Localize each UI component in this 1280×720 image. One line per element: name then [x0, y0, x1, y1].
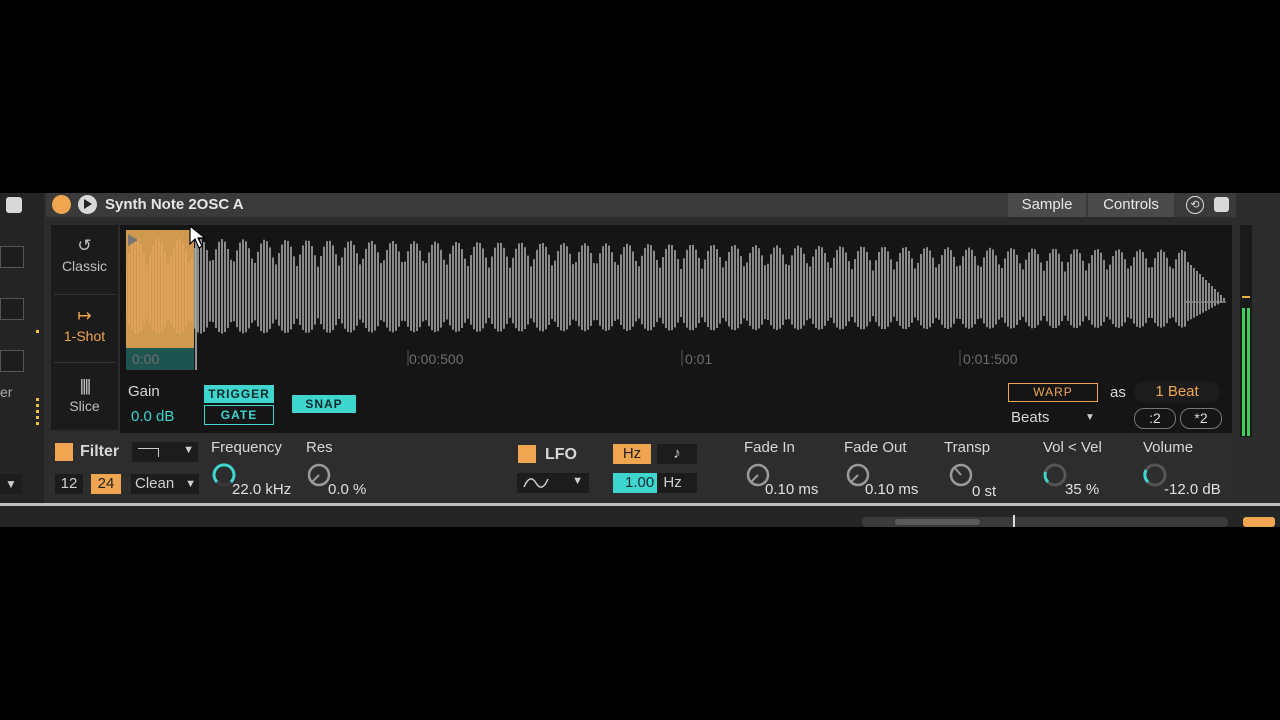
- arrow-right-bar-icon: ↦: [77, 306, 92, 325]
- fade-in-label: Fade In: [744, 439, 795, 456]
- warp-as-label: as: [1110, 384, 1126, 401]
- left-device-strip: [0, 193, 44, 503]
- chevron-down-icon: ▼: [185, 478, 196, 490]
- double-button[interactable]: *2: [1180, 408, 1222, 429]
- chevron-down-icon: ▼: [1085, 412, 1095, 423]
- lfo-rate-value: 1.00: [613, 473, 658, 493]
- res-value[interactable]: 0.0 %: [328, 481, 366, 498]
- meter-peak-marker: [1242, 296, 1250, 298]
- meter-level-left: [1242, 308, 1245, 436]
- play-icon: [84, 199, 92, 209]
- fade-out-value[interactable]: 0.10 ms: [865, 481, 918, 498]
- waveform-start-region: [126, 230, 194, 348]
- beat-length-field[interactable]: 1 Beat: [1134, 382, 1220, 402]
- scrollbar-divider: [0, 503, 1280, 506]
- filter-type-dropdown[interactable]: ▼: [132, 442, 198, 462]
- fade-in-value[interactable]: 0.10 ms: [765, 481, 818, 498]
- lfo-label: LFO: [545, 446, 577, 463]
- ruler-tick-label: 0:01:500: [963, 351, 1018, 367]
- chevron-down-icon: ▼: [572, 475, 583, 487]
- mode-one-shot-label: 1-Shot: [63, 328, 106, 344]
- filter-circuit-dropdown[interactable]: Clean ▼: [131, 474, 199, 494]
- chevron-down-icon: ▼: [183, 444, 194, 456]
- meter-level-right: [1247, 308, 1250, 436]
- warp-mode-dropdown[interactable]: Beats: [1011, 409, 1049, 426]
- tab-controls[interactable]: Controls: [1088, 193, 1174, 217]
- left-strip-box: [0, 246, 24, 268]
- save-preset-icon[interactable]: [1214, 197, 1229, 212]
- fade-out-label: Fade Out: [844, 439, 907, 456]
- filter-toggle[interactable]: [55, 443, 73, 461]
- mode-slice-label: Slice: [69, 398, 100, 414]
- mode-divider: [54, 362, 116, 363]
- slice-icon: ||||: [79, 376, 92, 395]
- frequency-label: Frequency: [211, 439, 282, 456]
- trigger-button[interactable]: TRIGGER: [204, 385, 274, 403]
- slope-12-button[interactable]: 12: [55, 474, 83, 494]
- ruler-tick-label: 0:01: [685, 351, 713, 367]
- mode-classic-label: Classic: [61, 258, 108, 274]
- lfo-rate-field[interactable]: 1.00 Hz: [613, 473, 697, 493]
- res-label: Res: [306, 439, 333, 456]
- lfo-waveform-dropdown[interactable]: ▼: [517, 473, 589, 493]
- loop-icon: ↺: [77, 236, 92, 255]
- mouse-pointer-icon: [189, 224, 207, 249]
- ruler-tick-label: 0:00: [132, 351, 160, 367]
- scrollbar-thumb[interactable]: [895, 519, 980, 525]
- vol-vel-value[interactable]: 35 %: [1065, 481, 1099, 498]
- frequency-value[interactable]: 22.0 kHz: [232, 481, 291, 498]
- transpose-label: Transp: [944, 439, 991, 456]
- scrollbar-orange-handle[interactable]: [1243, 517, 1275, 527]
- mode-one-shot[interactable]: ↦ 1-Shot: [51, 306, 118, 344]
- slope-24-button[interactable]: 24: [91, 474, 121, 494]
- mode-divider: [54, 294, 116, 295]
- tab-sample[interactable]: Sample: [1008, 193, 1086, 217]
- waveform: [126, 238, 1226, 334]
- volume-label: Volume: [1143, 439, 1194, 456]
- gate-button[interactable]: GATE: [204, 405, 274, 425]
- vol-vel-label: Vol < Vel: [1043, 439, 1102, 456]
- left-dots-orange: [36, 330, 39, 333]
- transpose-knob[interactable]: [948, 462, 974, 488]
- waveform-display[interactable]: [126, 230, 1226, 370]
- warp-button[interactable]: WARP: [1008, 383, 1098, 402]
- volume-value[interactable]: -12.0 dB: [1164, 481, 1221, 498]
- lfo-rate-unit: Hz: [663, 474, 682, 491]
- left-strip-box: [0, 350, 24, 372]
- filter-circuit-value: Clean: [135, 475, 175, 492]
- sine-wave-icon: [523, 478, 549, 488]
- mode-slice[interactable]: |||| Slice: [51, 376, 118, 414]
- hot-swap-icon[interactable]: ⟲: [1186, 196, 1204, 214]
- lfo-sync-button[interactable]: ♪: [657, 444, 697, 464]
- left-dots-orange: [36, 398, 39, 428]
- filter-label: Filter: [80, 443, 120, 460]
- device-title: Synth Note 2OSC A: [105, 196, 244, 213]
- halve-button[interactable]: :2: [1134, 408, 1176, 429]
- left-strip-box: [0, 298, 24, 320]
- transpose-value[interactable]: 0 st: [972, 483, 996, 500]
- gain-value[interactable]: 0.0 dB: [131, 408, 174, 425]
- left-dropdown-arrow-icon[interactable]: ▼: [0, 474, 22, 494]
- mode-classic[interactable]: ↺ Classic: [51, 236, 118, 274]
- lfo-hz-button[interactable]: Hz: [613, 444, 651, 464]
- device-activator-button[interactable]: [52, 195, 71, 214]
- snap-button[interactable]: SNAP: [292, 395, 356, 413]
- ruler-tick-label: 0:00:500: [409, 351, 464, 367]
- left-lock-icon[interactable]: [6, 197, 22, 213]
- preview-play-button[interactable]: [78, 195, 97, 214]
- lowpass-shape-icon: [138, 448, 159, 457]
- scrollbar-cursor-line: [1013, 515, 1015, 527]
- gain-label: Gain: [128, 383, 160, 400]
- left-partial-text: er: [0, 384, 13, 400]
- lfo-toggle[interactable]: [518, 445, 536, 463]
